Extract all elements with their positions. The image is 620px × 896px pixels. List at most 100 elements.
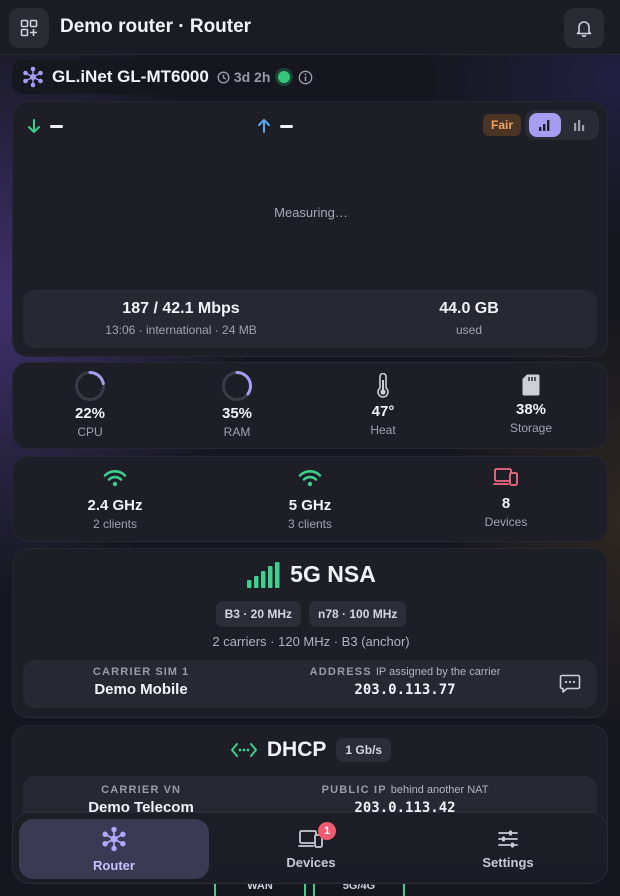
measuring-status: Measuring…	[274, 205, 348, 220]
signal-view-button[interactable]	[529, 113, 561, 137]
device-uptime: 3d 2h	[217, 69, 271, 85]
nav-devices[interactable]: 1 Devices	[216, 819, 406, 879]
carrier-label: CARRIER SIM 1	[23, 666, 259, 678]
download-arrow-icon	[28, 119, 40, 133]
notifications-button[interactable]	[564, 8, 604, 48]
cpu-value: 22%	[74, 405, 106, 422]
usage-value: 44.0 GB	[439, 300, 499, 317]
speed-card: Fair Measuring… 187 / 42.1 Mbps 13:06 · …	[12, 101, 608, 357]
heat-label: Heat	[370, 423, 396, 437]
wifi-24ghz[interactable]: 2.4 GHz 2 clients	[75, 469, 155, 531]
page-title: Demo router · Router	[60, 16, 252, 37]
connection-quality-badge: Fair	[483, 114, 522, 136]
ram-gauge	[222, 371, 252, 401]
heat-stat[interactable]: 47° Heat	[343, 373, 423, 437]
wifi-5ghz-band: 5 GHz	[288, 497, 332, 514]
upload-value-placeholder	[280, 124, 293, 128]
cellular-technology: 5G NSA	[290, 561, 376, 587]
public-ip-label: PUBLIC IP behind another NAT	[269, 784, 541, 796]
wifi-card: 2.4 GHz 2 clients 5 GHz 3 clients 8 Devi…	[12, 456, 608, 542]
download-metric	[26, 118, 71, 134]
sd-card-icon	[522, 374, 540, 396]
band-chip: B3 · 20 MHz	[215, 601, 301, 627]
sliders-icon	[498, 830, 518, 847]
download-value-placeholder	[50, 124, 63, 128]
devices-label: Devices	[484, 515, 528, 529]
nav-settings[interactable]: Settings	[413, 819, 603, 879]
chart-view-toggle	[525, 110, 599, 140]
wan-carrier-label-text: CARRIER	[101, 784, 160, 796]
online-status-dot	[278, 71, 291, 83]
heat-value: 47°	[371, 403, 395, 420]
device-selector[interactable]: GL.iNet GL-MT6000 3d 2h	[12, 60, 324, 94]
bell-icon	[576, 21, 592, 37]
storage-value: 38%	[515, 401, 547, 418]
cpu-label: CPU	[77, 425, 103, 439]
wifi-24ghz-clients: 2 clients	[92, 517, 138, 531]
address-value: 203.0.113.77	[354, 682, 456, 698]
system-stats-card: 22% CPU 35% RAM 47° Heat 38% Storage	[12, 362, 608, 449]
cpu-stat[interactable]: 22% CPU	[50, 369, 130, 439]
devices-count: 8	[501, 495, 511, 512]
nav-devices-label: Devices	[286, 854, 336, 870]
bar-chart-icon	[574, 120, 585, 131]
cellular-address: ADDRESS IP assigned by the carrier 203.0.…	[269, 666, 541, 698]
upload-metric	[256, 118, 301, 134]
wifi-5ghz-clients: 3 clients	[287, 517, 333, 531]
top-bar: Demo router · Router	[0, 0, 620, 55]
signal-bars-icon	[539, 120, 550, 131]
info-icon[interactable]	[298, 70, 313, 85]
address-label-text: ADDRESS	[309, 666, 372, 678]
address-note: IP assigned by the carrier	[375, 666, 501, 678]
nav-router-label: Router	[93, 857, 135, 873]
rate-summary: 187 / 42.1 Mbps 13:06 · international · …	[23, 300, 339, 337]
sms-button[interactable]	[559, 672, 581, 699]
wifi-24ghz-band: 2.4 GHz	[87, 497, 143, 514]
cpu-gauge	[75, 371, 105, 401]
bar-chart-view-button[interactable]	[563, 113, 595, 137]
wifi-5ghz[interactable]: 5 GHz 3 clients	[270, 469, 350, 531]
router-hub-icon	[23, 66, 43, 88]
ram-stat[interactable]: 35% RAM	[197, 369, 277, 439]
rate-value: 187 / 42.1 Mbps	[122, 300, 240, 317]
nav-settings-label: Settings	[482, 854, 534, 870]
carrier-summary: 2 carriers · 120 MHz · B3 (anchor)	[212, 634, 410, 649]
storage-label: Storage	[509, 421, 553, 435]
usage-summary: 44.0 GB used	[379, 300, 559, 337]
speed-summary: 187 / 42.1 Mbps 13:06 · international · …	[23, 290, 597, 348]
public-ip-label-text: PUBLIC IP	[321, 784, 387, 796]
devices-stat[interactable]: 8 Devices	[466, 467, 546, 529]
thermometer-icon	[377, 373, 389, 398]
router-hub-icon	[102, 826, 126, 851]
rate-detail: 13:06 · international · 24 MB	[105, 323, 257, 337]
nav-router[interactable]: Router	[19, 819, 209, 879]
carrier-label-text: CARRIER	[92, 666, 152, 678]
uptime-value: 3d 2h	[233, 69, 271, 85]
band-chips: B3 · 20 MHz n78 · 100 MHz	[13, 601, 609, 627]
public-ip-note: behind another NAT	[390, 784, 489, 796]
wifi-icon	[103, 470, 127, 487]
dashboard-edit-button[interactable]	[9, 8, 49, 48]
cellular-carrier: CARRIER SIM 1 Demo Mobile	[23, 666, 259, 698]
device-name: GL.iNet GL-MT6000	[52, 67, 209, 86]
message-icon	[559, 674, 581, 693]
storage-stat[interactable]: 38% Storage	[491, 373, 571, 435]
clock-icon	[217, 70, 230, 84]
wifi-icon	[298, 470, 322, 487]
upload-arrow-icon	[258, 119, 270, 133]
address-label: ADDRESS IP assigned by the carrier	[269, 666, 541, 678]
devices-notification-badge: 1	[318, 822, 336, 840]
devices-icon	[493, 468, 518, 486]
cellular-details: CARRIER SIM 1 Demo Mobile ADDRESS IP assig…	[23, 660, 597, 708]
carrier-name: Demo Mobile	[94, 681, 188, 698]
carrier-sim: SIM 1	[155, 666, 190, 678]
grid-plus-icon	[20, 19, 38, 37]
wan-mode: DHCP	[266, 738, 327, 761]
link-speed-chip: 1 Gb/s	[336, 738, 392, 762]
ram-value: 35%	[221, 405, 253, 422]
cellular-header: 5G NSA	[13, 561, 609, 588]
wan-carrier-country: VN	[163, 784, 181, 796]
ram-label: RAM	[223, 425, 251, 439]
cellular-card: 5G NSA B3 · 20 MHz n78 · 100 MHz 2 carri…	[12, 548, 608, 718]
band-chip: n78 · 100 MHz	[309, 601, 407, 627]
